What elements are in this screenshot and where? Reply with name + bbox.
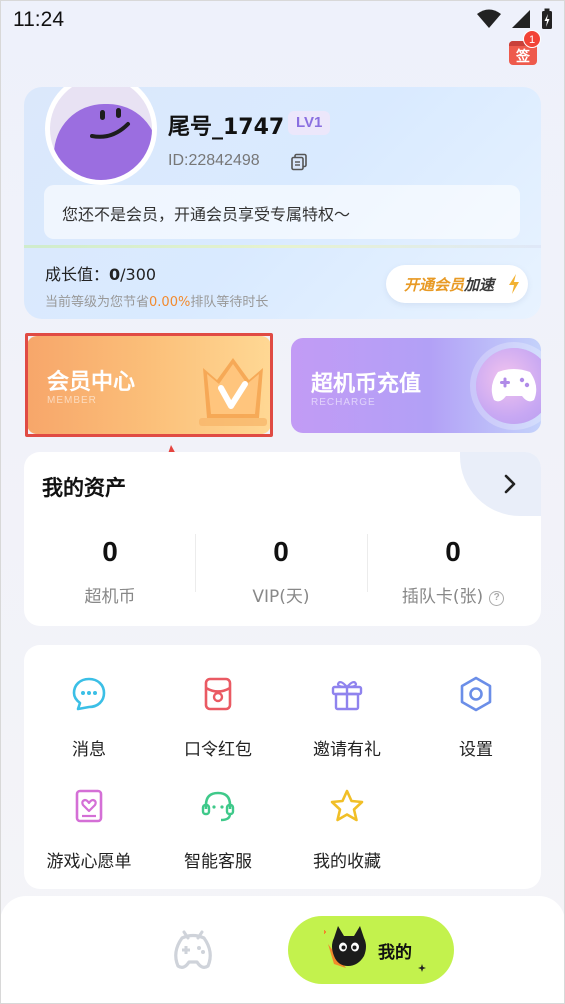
asset-label: 插队卡(张) xyxy=(401,587,484,607)
asset-vip-days[interactable]: 0 VIP(天) xyxy=(195,536,367,607)
battery-icon xyxy=(542,8,552,29)
star-icon xyxy=(330,789,364,822)
asset-coins[interactable]: 0 超机币 xyxy=(24,536,196,607)
chevron-right-icon[interactable] xyxy=(502,473,518,495)
nav-mine-label: 我的 xyxy=(378,943,412,963)
growth-sub-prefix: 当前等级为您节省 xyxy=(45,295,150,310)
speedup-label-part1: 开通会员 xyxy=(404,276,465,294)
asset-label-row: 插队卡(张)? xyxy=(367,582,539,607)
growth-description: 当前等级为您节省0.00%排队等待时长 xyxy=(45,291,268,310)
level-badge: LV1 xyxy=(288,111,331,135)
my-assets-card: 我的资产 0 超机币 0 VIP(天) 0 插队卡(张)? xyxy=(24,452,541,626)
copy-icon[interactable] xyxy=(290,153,308,171)
asset-value: 0 xyxy=(102,536,118,567)
username: 尾号_1747 xyxy=(168,115,285,140)
asset-label: VIP(天) xyxy=(252,587,310,607)
recharge-card[interactable]: 超机币充值 RECHARGE xyxy=(291,338,541,433)
menu-item-wishlist[interactable]: 游戏心愿单 xyxy=(24,757,154,872)
menu-item-messages[interactable]: 消息 xyxy=(24,645,154,760)
headset-icon xyxy=(201,791,235,822)
signal-icon xyxy=(512,10,530,28)
menu-item-settings[interactable]: 设置 xyxy=(411,645,541,760)
user-id: ID:22842498 xyxy=(168,152,260,169)
menu-label: 游戏心愿单 xyxy=(46,852,132,872)
menu-label: 我的收藏 xyxy=(313,852,381,872)
menu-item-invite[interactable]: 邀请有礼 xyxy=(282,645,412,760)
menu-item-customer-service[interactable]: 智能客服 xyxy=(153,757,283,872)
smile-face-icon xyxy=(90,108,130,139)
asset-queue-cards[interactable]: 0 插队卡(张)? xyxy=(367,536,539,607)
growth-total: /300 xyxy=(120,265,157,284)
sparkle-icon xyxy=(418,964,426,972)
menu-label: 智能客服 xyxy=(184,852,252,872)
member-center-highlight-box xyxy=(25,333,273,437)
menu-label: 设置 xyxy=(459,740,493,760)
speedup-label: 开通会员加速 xyxy=(404,274,494,295)
status-bar: 11:24 xyxy=(0,0,565,40)
divider xyxy=(24,245,541,248)
lightning-icon xyxy=(509,274,519,294)
member-promo-banner[interactable]: 您还不是会员，开通会员享受专属特权～ xyxy=(44,185,520,239)
function-menu: 消息 口令红包 邀请有礼 设置 游戏心愿单 智能客服 我的收藏 xyxy=(24,645,541,889)
help-icon[interactable]: ? xyxy=(489,591,505,606)
message-icon xyxy=(72,677,106,711)
growth-sub-pct: 0.00% xyxy=(149,295,191,310)
wifi-icon xyxy=(477,9,501,28)
gift-icon xyxy=(331,680,363,711)
signin-badge: 1 xyxy=(523,30,541,48)
signin-button[interactable]: 签 1 xyxy=(507,30,541,67)
avatar-image xyxy=(50,87,152,180)
growth-label: 成长值： xyxy=(45,265,110,284)
red-packet-icon xyxy=(204,677,232,711)
growth-current: 0 xyxy=(109,265,121,284)
menu-item-favorites[interactable]: 我的收藏 xyxy=(282,757,412,872)
asset-value: 0 xyxy=(273,536,289,567)
bottom-nav: 我的 xyxy=(0,896,565,1004)
status-time: 11:24 xyxy=(13,8,64,31)
avatar[interactable] xyxy=(45,87,157,185)
gamepad-coin-icon xyxy=(476,348,541,424)
asset-value: 0 xyxy=(445,536,461,567)
assets-title: 我的资产 xyxy=(42,476,126,500)
settings-icon xyxy=(460,676,492,712)
status-icons xyxy=(477,8,553,30)
speedup-label-part2: 加速 xyxy=(464,276,495,294)
growth-value: 成长值：0/300 xyxy=(45,261,156,285)
activate-member-speedup-button[interactable]: 开通会员加速 xyxy=(386,265,528,303)
recharge-subtitle: RECHARGE xyxy=(311,397,376,408)
wishlist-icon xyxy=(75,789,103,823)
promo-text: 您还不是会员，开通会员享受专属特权～ xyxy=(62,205,351,224)
profile-card: 尾号_1747 LV1 ID:22842498 您还不是会员，开通会员享受专属特… xyxy=(24,87,541,319)
assets-more-button[interactable] xyxy=(460,452,541,516)
signin-label: 签 xyxy=(516,49,530,65)
nav-mine-tab[interactable]: 我的 xyxy=(288,916,454,984)
cat-mascot-icon xyxy=(324,926,366,968)
nav-game-icon[interactable] xyxy=(170,928,216,972)
menu-item-red-packet[interactable]: 口令红包 xyxy=(153,645,283,760)
recharge-title: 超机币充值 xyxy=(311,372,422,397)
asset-label: 超机币 xyxy=(84,587,136,607)
growth-sub-suffix: 排队等待时长 xyxy=(190,295,269,310)
